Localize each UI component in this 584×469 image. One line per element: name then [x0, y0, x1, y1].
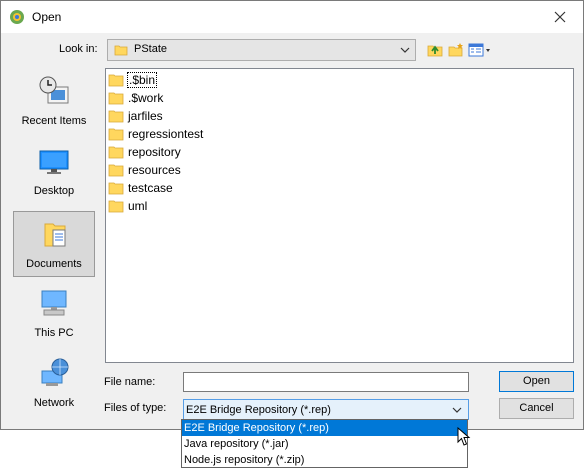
look-in-value: PState: [134, 43, 168, 55]
folder-icon: [108, 182, 124, 195]
new-folder-icon[interactable]: [447, 41, 465, 59]
documents-icon: [44, 223, 66, 247]
dropdown-option[interactable]: Java repository (*.jar): [182, 436, 467, 452]
file-name: repository: [128, 145, 181, 159]
place-desktop[interactable]: Desktop: [13, 139, 95, 205]
app-icon: [10, 10, 24, 24]
close-button[interactable]: [537, 1, 583, 33]
file-type-dropdown-list: E2E Bridge Repository (*.rep) Java repos…: [181, 419, 468, 468]
folder-icon: [108, 164, 124, 177]
folder-icon: [108, 110, 124, 123]
desktop-icon: [39, 150, 69, 174]
look-in-label: Look in:: [59, 43, 98, 55]
folder-icon: [108, 146, 124, 159]
window-title: Open: [32, 10, 62, 24]
file-name-input[interactable]: [183, 372, 469, 392]
file-name: .$work: [128, 91, 164, 105]
open-dialog: Open Look in: PState Recent Items Deskto…: [0, 0, 584, 430]
close-icon: [554, 11, 566, 23]
place-label: This PC: [34, 327, 74, 339]
file-name: regressiontest: [128, 127, 204, 141]
folder-icon: [114, 45, 128, 56]
place-label: Network: [33, 397, 75, 409]
recent-items-icon: [39, 76, 69, 104]
file-name: resources: [128, 163, 181, 177]
network-icon: [41, 358, 69, 386]
cancel-button[interactable]: Cancel: [499, 398, 574, 419]
open-button[interactable]: Open: [499, 371, 574, 392]
place-label: Desktop: [33, 185, 75, 197]
files-of-type-label: Files of type:: [104, 402, 167, 414]
place-label: Documents: [26, 258, 82, 270]
file-name: uml: [128, 199, 148, 213]
file-list[interactable]: .$bin .$work jarfiles regressiontest rep…: [105, 68, 574, 363]
chevron-down-icon: [452, 407, 462, 413]
places-bar: Recent Items Desktop Documents This PC N…: [13, 69, 95, 419]
files-of-type-value: E2E Bridge Repository (*.rep): [186, 404, 331, 416]
folder-icon: [108, 128, 124, 141]
place-this-pc[interactable]: This PC: [13, 281, 95, 347]
dropdown-option[interactable]: E2E Bridge Repository (*.rep): [182, 420, 467, 436]
dropdown-option[interactable]: Node.js repository (*.zip): [182, 452, 467, 468]
place-network[interactable]: Network: [13, 351, 95, 417]
file-name: testcase: [128, 181, 173, 195]
up-folder-icon[interactable]: [426, 41, 444, 59]
file-name: .$bin: [126, 72, 158, 88]
place-label: Recent Items: [21, 115, 87, 127]
folder-icon: [108, 200, 124, 213]
view-menu-icon[interactable]: [468, 41, 492, 59]
place-documents[interactable]: Documents: [13, 211, 95, 277]
folder-icon: [108, 74, 124, 87]
chevron-down-icon: [400, 47, 410, 53]
this-pc-icon: [41, 290, 67, 316]
look-in-combobox[interactable]: PState: [107, 39, 416, 61]
file-name-label: File name:: [104, 376, 156, 388]
mouse-cursor-icon: [457, 427, 471, 446]
file-name: jarfiles: [128, 109, 163, 123]
folder-icon: [108, 92, 124, 105]
files-of-type-combobox[interactable]: E2E Bridge Repository (*.rep): [183, 399, 469, 420]
title-bar[interactable]: Open: [1, 1, 583, 33]
place-recent-items[interactable]: Recent Items: [13, 69, 95, 135]
